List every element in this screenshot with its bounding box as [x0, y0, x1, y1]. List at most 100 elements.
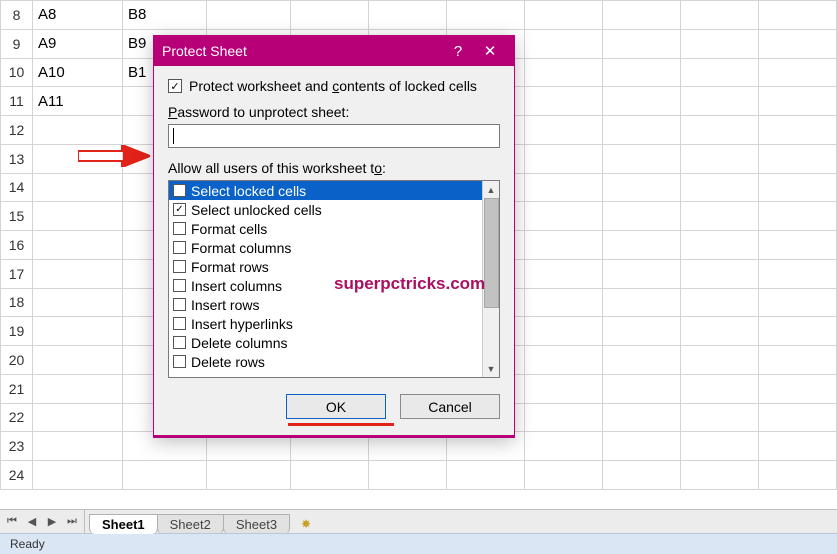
cell[interactable]: [525, 231, 603, 260]
permission-option[interactable]: Format cells: [169, 219, 482, 238]
cell[interactable]: [603, 317, 681, 346]
cell[interactable]: [603, 58, 681, 87]
cell[interactable]: [33, 116, 123, 145]
cell[interactable]: [759, 403, 837, 432]
row-header[interactable]: 12: [1, 116, 33, 145]
row-header[interactable]: 14: [1, 173, 33, 202]
cell[interactable]: [525, 87, 603, 116]
permission-option[interactable]: Select unlocked cells: [169, 200, 482, 219]
close-button[interactable]: ✕: [474, 42, 506, 60]
cell[interactable]: [681, 29, 759, 58]
permission-option[interactable]: Select locked cells: [169, 181, 482, 200]
option-checkbox[interactable]: [173, 336, 186, 349]
row-header[interactable]: 21: [1, 374, 33, 403]
cell[interactable]: [681, 317, 759, 346]
cell[interactable]: [525, 144, 603, 173]
cell[interactable]: [681, 432, 759, 461]
option-checkbox[interactable]: [173, 222, 186, 235]
cell[interactable]: [525, 346, 603, 375]
cell[interactable]: [447, 1, 525, 30]
cell[interactable]: [291, 461, 369, 490]
cell[interactable]: [447, 461, 525, 490]
cell[interactable]: [759, 374, 837, 403]
cell[interactable]: [525, 58, 603, 87]
cell[interactable]: [603, 432, 681, 461]
cell[interactable]: A9: [33, 29, 123, 58]
row-header[interactable]: 23: [1, 432, 33, 461]
option-checkbox[interactable]: [173, 241, 186, 254]
option-checkbox[interactable]: [173, 298, 186, 311]
cell[interactable]: [681, 231, 759, 260]
cell[interactable]: [759, 288, 837, 317]
option-checkbox[interactable]: [173, 279, 186, 292]
cell[interactable]: [525, 317, 603, 346]
cell[interactable]: [759, 173, 837, 202]
cell[interactable]: [603, 461, 681, 490]
sheet-tab-2[interactable]: Sheet2: [157, 514, 224, 534]
cell[interactable]: [681, 173, 759, 202]
cell[interactable]: [681, 144, 759, 173]
cell[interactable]: [525, 432, 603, 461]
permission-option[interactable]: Format columns: [169, 238, 482, 257]
cell[interactable]: [33, 288, 123, 317]
cell[interactable]: [33, 317, 123, 346]
cell[interactable]: [603, 259, 681, 288]
row-header[interactable]: 20: [1, 346, 33, 375]
cell[interactable]: [123, 461, 207, 490]
nav-prev-icon[interactable]: ◀: [24, 515, 40, 528]
cell[interactable]: [759, 202, 837, 231]
cell[interactable]: [603, 202, 681, 231]
cell[interactable]: [759, 29, 837, 58]
cell[interactable]: [681, 374, 759, 403]
row-header[interactable]: 16: [1, 231, 33, 260]
sheet-tab-1[interactable]: Sheet1: [89, 514, 158, 534]
cell[interactable]: [33, 432, 123, 461]
cell[interactable]: [291, 1, 369, 30]
cell[interactable]: [603, 29, 681, 58]
cell[interactable]: [759, 1, 837, 30]
cell[interactable]: [681, 116, 759, 145]
scroll-up-icon[interactable]: ▲: [483, 181, 499, 198]
cell[interactable]: [525, 259, 603, 288]
cell[interactable]: [33, 461, 123, 490]
cell[interactable]: [525, 288, 603, 317]
cell[interactable]: [759, 87, 837, 116]
row-header[interactable]: 19: [1, 317, 33, 346]
permission-option[interactable]: Insert hyperlinks: [169, 314, 482, 333]
cell[interactable]: [759, 231, 837, 260]
cell[interactable]: [525, 403, 603, 432]
cell[interactable]: [33, 202, 123, 231]
cell[interactable]: [603, 116, 681, 145]
cell[interactable]: [603, 346, 681, 375]
cell[interactable]: [603, 173, 681, 202]
cell[interactable]: [207, 1, 291, 30]
cell[interactable]: A10: [33, 58, 123, 87]
cell[interactable]: [525, 173, 603, 202]
permission-option[interactable]: Insert columns: [169, 276, 482, 295]
nav-first-icon[interactable]: ⏮: [4, 515, 20, 528]
cell[interactable]: [603, 144, 681, 173]
row-header[interactable]: 24: [1, 461, 33, 490]
cell[interactable]: [681, 202, 759, 231]
permission-option[interactable]: Format rows: [169, 257, 482, 276]
cell[interactable]: [681, 87, 759, 116]
permission-option[interactable]: Delete rows: [169, 352, 482, 371]
row-header[interactable]: 15: [1, 202, 33, 231]
row-header[interactable]: 9: [1, 29, 33, 58]
cell[interactable]: [525, 1, 603, 30]
row-header[interactable]: 10: [1, 58, 33, 87]
row-header[interactable]: 18: [1, 288, 33, 317]
cell[interactable]: [525, 374, 603, 403]
cancel-button[interactable]: Cancel: [400, 394, 500, 419]
dialog-titlebar[interactable]: Protect Sheet ? ✕: [154, 36, 514, 66]
protect-contents-checkbox[interactable]: [168, 79, 182, 93]
cell[interactable]: [603, 1, 681, 30]
cell[interactable]: [681, 461, 759, 490]
row-header[interactable]: 13: [1, 144, 33, 173]
help-button[interactable]: ?: [442, 43, 474, 60]
cell[interactable]: [603, 231, 681, 260]
cell[interactable]: [603, 374, 681, 403]
scrollbar-thumb[interactable]: [484, 198, 499, 308]
cell[interactable]: B8: [123, 1, 207, 30]
cell[interactable]: [33, 173, 123, 202]
